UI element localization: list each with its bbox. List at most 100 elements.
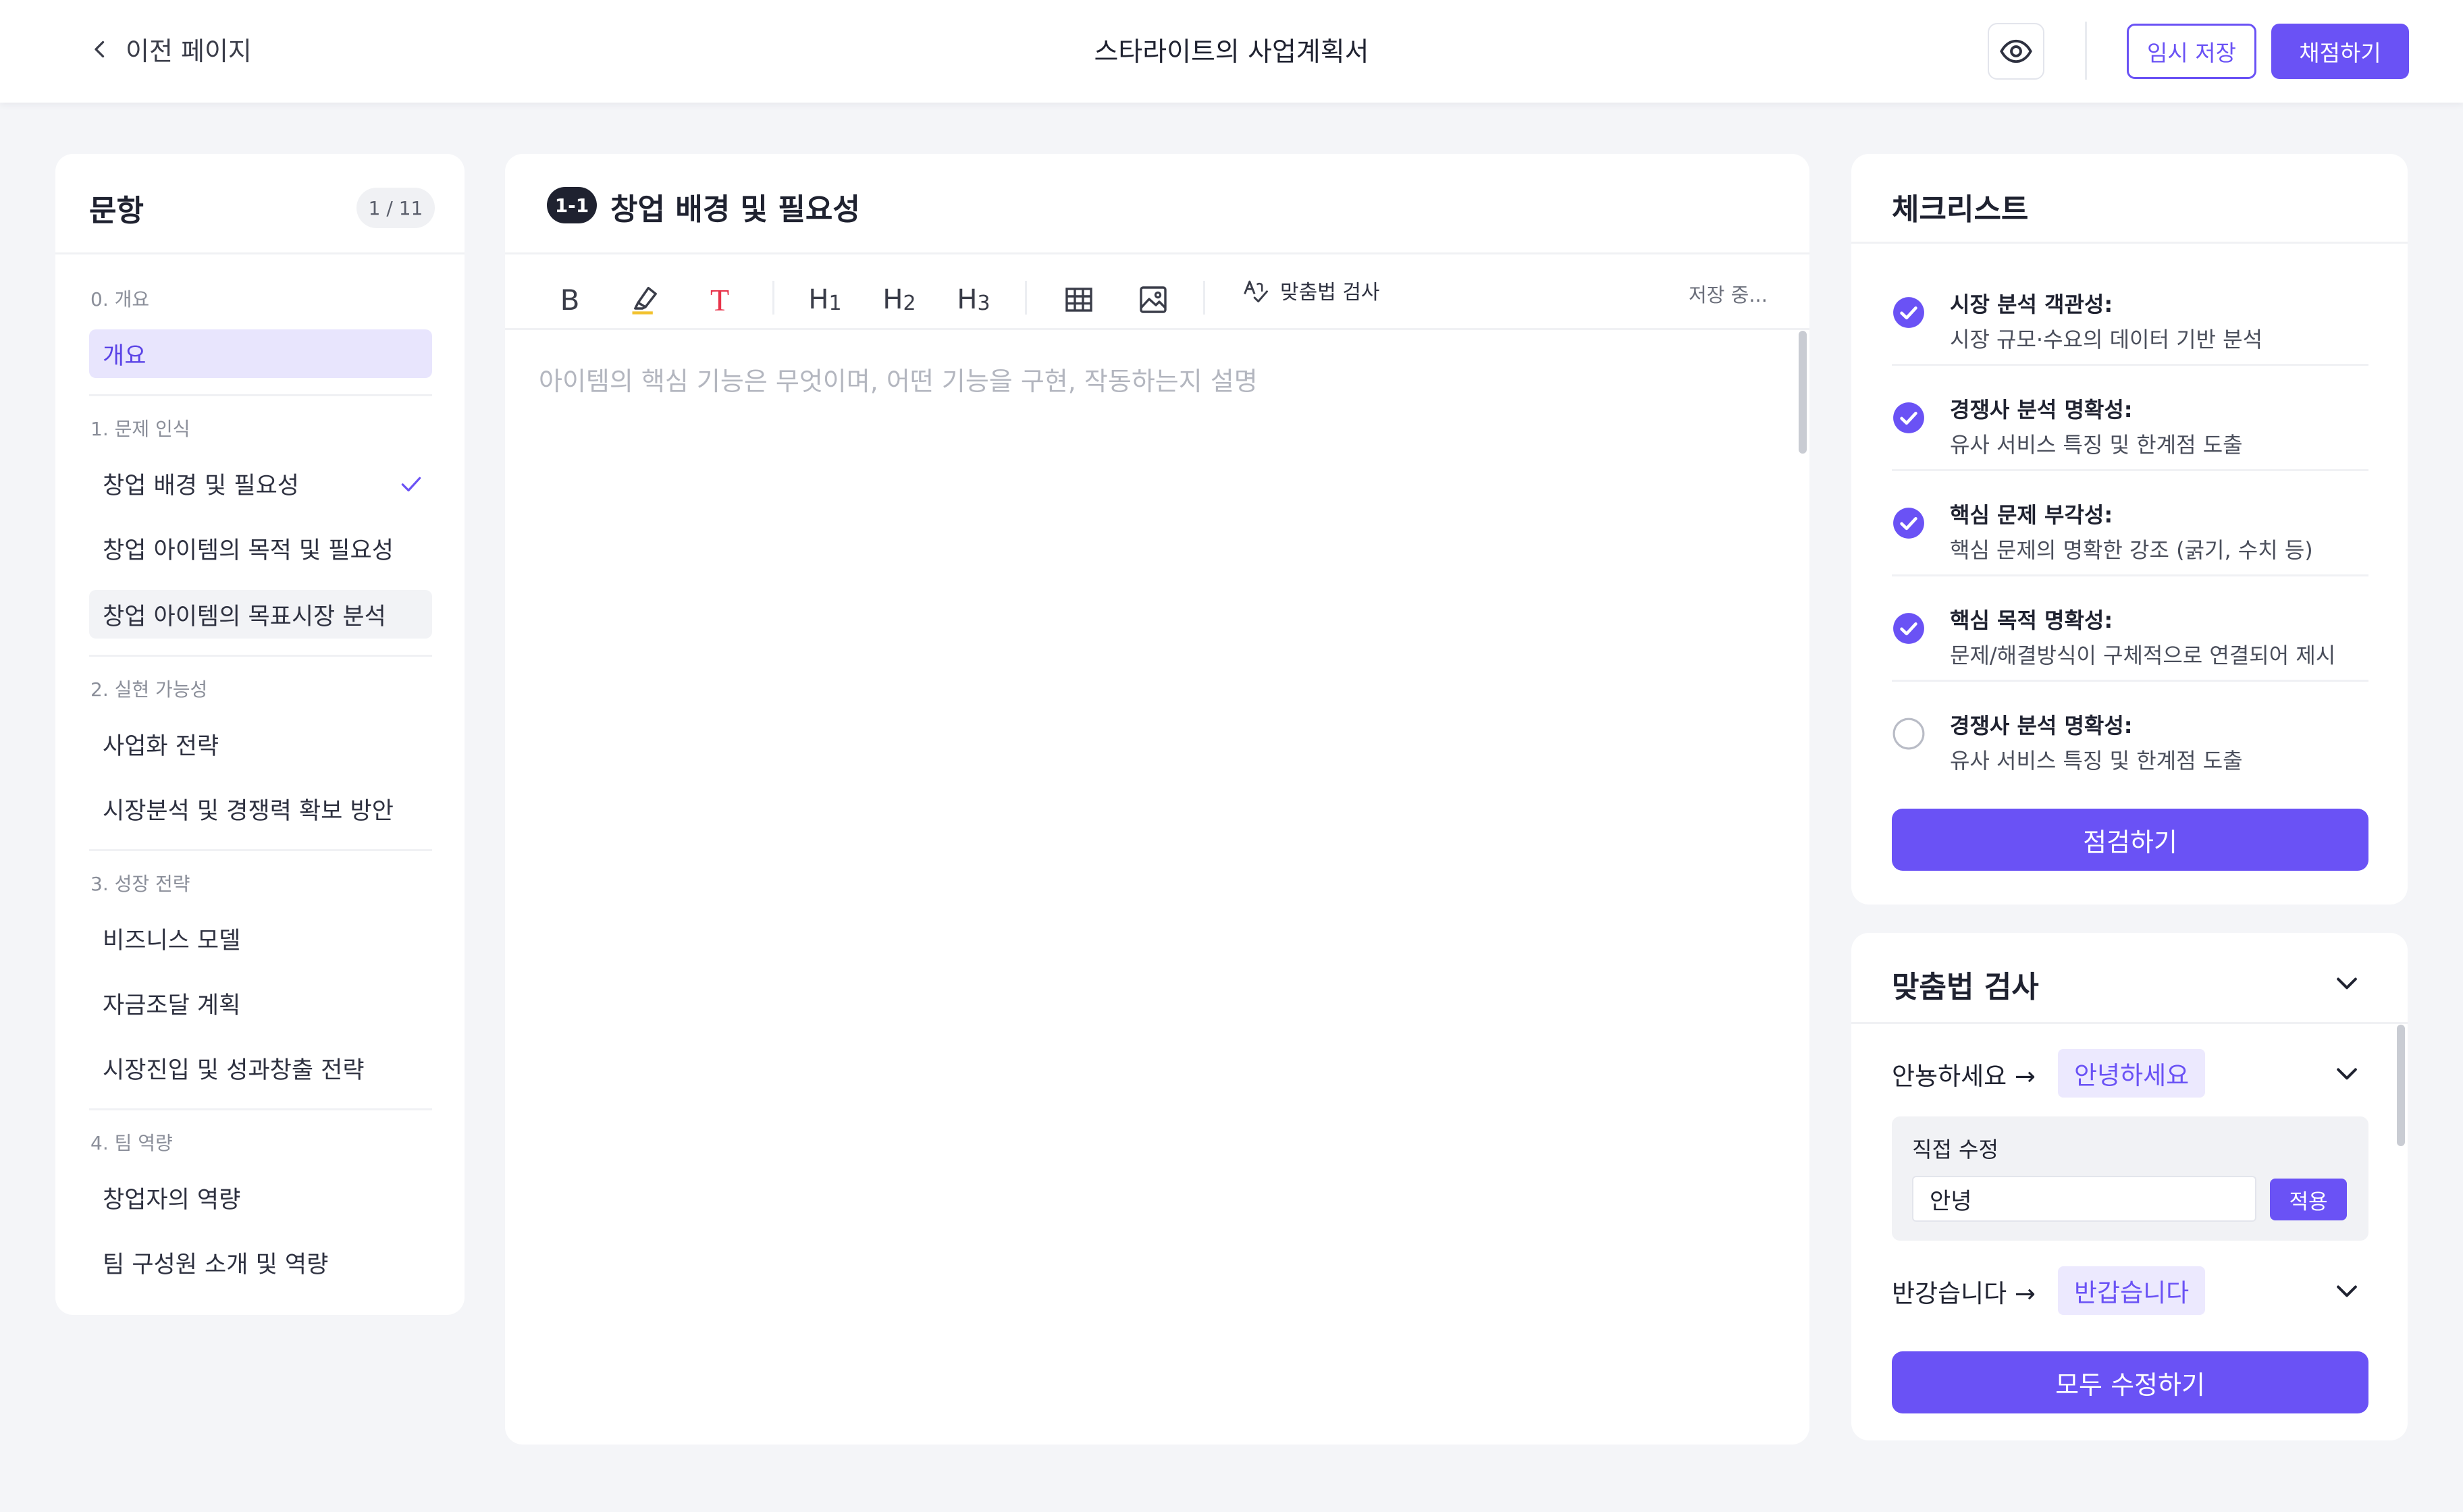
checklist-item[interactable]: 경쟁사 분석 명확성: 유사 서비스 특징 및 한계점 도출 bbox=[1892, 682, 2368, 787]
spellcheck-icon bbox=[1244, 280, 1268, 302]
nav-item-label: 창업 아이템의 목적 및 필요성 bbox=[103, 537, 394, 564]
checklist-item[interactable]: 핵심 문제 부각성: 핵심 문제의 명확한 강조 (굵기, 수치 등) bbox=[1892, 471, 2368, 576]
spell-suggestion[interactable]: 반갑습니다 bbox=[2058, 1266, 2206, 1315]
nav-item-background[interactable]: 창업 배경 및 필요성 bbox=[89, 459, 432, 508]
fix-all-button[interactable]: 모두 수정하기 bbox=[1892, 1351, 2368, 1413]
nav-item-label: 창업자의 역량 bbox=[103, 1186, 241, 1214]
question-title: 창업 배경 및 필요성 bbox=[610, 192, 860, 227]
chevron-down-icon[interactable] bbox=[2332, 968, 2362, 998]
spellcheck-button[interactable]: 맞춤법 검사 bbox=[1241, 275, 1380, 305]
nav-item-label: 시장분석 및 경쟁력 확보 방안 bbox=[103, 797, 394, 825]
nav-item-target-market[interactable]: 창업 아이템의 목표시장 분석 bbox=[89, 590, 432, 639]
direct-edit-box: 직접 수정 안녕 적용 bbox=[1892, 1116, 2368, 1241]
header-divider bbox=[2085, 22, 2087, 80]
section-divider bbox=[89, 849, 432, 851]
grade-button[interactable]: 채점하기 bbox=[2271, 24, 2409, 79]
image-icon bbox=[1140, 286, 1167, 313]
heading3-button[interactable]: H3 bbox=[947, 273, 1001, 327]
nav-item-market-analysis[interactable]: 시장분석 및 경쟁력 확보 방안 bbox=[89, 784, 432, 833]
spell-original: 반강습니다 → bbox=[1892, 1279, 2036, 1308]
section-divider bbox=[89, 655, 432, 657]
toolbar-divider bbox=[1025, 281, 1027, 315]
divider bbox=[1851, 1022, 2408, 1024]
checklist-item-desc: 유사 서비스 특징 및 한계점 도출 bbox=[1950, 748, 2243, 774]
chevron-down-icon[interactable] bbox=[2332, 1058, 2362, 1088]
heading1-button[interactable]: H1 bbox=[798, 273, 852, 327]
checkmark-icon bbox=[401, 477, 421, 492]
nav-item-purpose[interactable]: 창업 아이템의 목적 및 필요성 bbox=[89, 524, 432, 572]
checklist-item-title: 핵심 목적 명확성: bbox=[1950, 608, 2113, 633]
checklist-item-title: 경쟁사 분석 명확성: bbox=[1950, 397, 2133, 423]
section-label: 0. 개요 bbox=[90, 288, 150, 310]
spellcheck-title: 맞춤법 검사 bbox=[1892, 970, 2039, 1004]
empty-circle-icon bbox=[1892, 718, 1925, 750]
check-circle-icon bbox=[1893, 613, 1924, 644]
spellcheck-label: 맞춤법 검사 bbox=[1280, 281, 1380, 304]
heading2-button[interactable]: H2 bbox=[872, 273, 926, 327]
divider bbox=[505, 328, 1809, 330]
top-bar: 이전 페이지 스타라이트의 사업계획서 임시 저장 채점하기 bbox=[0, 0, 2463, 103]
eye-icon bbox=[2000, 39, 2032, 63]
temp-save-button[interactable]: 임시 저장 bbox=[2127, 24, 2256, 79]
section-label: 1. 문제 인식 bbox=[90, 418, 190, 440]
toolbar-divider bbox=[772, 281, 774, 315]
checklist-item-desc: 문제/해결방식이 구체적으로 연결되어 제시 bbox=[1950, 643, 2336, 668]
check-circle-icon bbox=[1893, 297, 1924, 328]
checklist-item[interactable]: 핵심 목적 명확성: 문제/해결방식이 구체적으로 연결되어 제시 bbox=[1892, 576, 2368, 682]
save-status: 저장 중... bbox=[1689, 284, 1768, 306]
section-label: 3. 성장 전략 bbox=[90, 873, 190, 895]
nav-item-funding[interactable]: 자금조달 계획 bbox=[89, 979, 432, 1027]
divider bbox=[1851, 242, 2408, 244]
spell-original: 안뇽하세요 → bbox=[1892, 1062, 2036, 1091]
nav-item-founder[interactable]: 창업자의 역량 bbox=[89, 1173, 432, 1222]
section-label: 4. 팀 역량 bbox=[90, 1132, 173, 1154]
editor-placeholder[interactable]: 아이템의 핵심 기능은 무엇이며, 어떤 기능을 구현, 작동하는지 설명 bbox=[539, 360, 1258, 398]
spellcheck-scrollbar[interactable] bbox=[2397, 1025, 2405, 1146]
section-label: 2. 실현 가능성 bbox=[90, 678, 208, 701]
nav-item-label: 창업 배경 및 필요성 bbox=[103, 472, 299, 500]
nav-item-market-entry[interactable]: 시장진입 및 성과창출 전략 bbox=[89, 1044, 432, 1092]
nav-item-label: 자금조달 계획 bbox=[103, 992, 241, 1019]
checklist-item[interactable]: 시장 분석 객관성: 시장 규모·수요의 데이터 기반 분석 bbox=[1892, 261, 2368, 366]
back-button[interactable]: 이전 페이지 bbox=[88, 30, 252, 68]
checklist-item-desc: 핵심 문제의 명확한 강조 (굵기, 수치 등) bbox=[1950, 537, 2313, 563]
spell-suggestion[interactable]: 안녕하세요 bbox=[2058, 1049, 2206, 1098]
checklist-title: 체크리스트 bbox=[1892, 192, 2029, 227]
section-divider bbox=[89, 394, 432, 396]
nav-item-label: 팀 구성원 소개 및 역량 bbox=[103, 1251, 329, 1278]
checklist-item-title: 핵심 문제 부각성: bbox=[1950, 502, 2113, 528]
nav-item-overview[interactable]: 개요 bbox=[89, 329, 432, 378]
table-icon bbox=[1065, 288, 1092, 312]
nav-item-business-model[interactable]: 비즈니스 모델 bbox=[89, 914, 432, 963]
checklist-item-desc: 시장 규모·수요의 데이터 기반 분석 bbox=[1950, 327, 2263, 352]
divider bbox=[505, 252, 1809, 254]
apply-button[interactable]: 적용 bbox=[2270, 1179, 2347, 1220]
questions-title: 문항 bbox=[89, 194, 144, 228]
bold-icon: B bbox=[560, 283, 580, 317]
insert-table-button[interactable] bbox=[1055, 273, 1103, 327]
checklist-item[interactable]: 경쟁사 분석 명확성: 유사 서비스 특징 및 한계점 도출 bbox=[1892, 366, 2368, 471]
inspect-button[interactable]: 점검하기 bbox=[1892, 809, 2368, 871]
h1-icon: H bbox=[808, 284, 829, 315]
highlight-button[interactable] bbox=[621, 273, 670, 327]
direct-edit-label: 직접 수정 bbox=[1912, 1137, 1998, 1162]
nav-item-label: 창업 아이템의 목표시장 분석 bbox=[103, 603, 386, 630]
bold-button[interactable]: B bbox=[546, 273, 594, 327]
chevron-down-icon[interactable] bbox=[2332, 1276, 2362, 1305]
back-label: 이전 페이지 bbox=[126, 36, 252, 66]
divider bbox=[55, 252, 465, 254]
spellcheck-panel: 맞춤법 검사 안뇽하세요 → 안녕하세요 직접 수정 안녕 적용 반강습니다 →… bbox=[1851, 933, 2408, 1440]
section-divider bbox=[89, 1108, 432, 1110]
preview-button[interactable] bbox=[1988, 23, 2044, 80]
editor-scrollbar[interactable] bbox=[1799, 331, 1807, 454]
nav-item-label: 비즈니스 모델 bbox=[103, 927, 241, 954]
nav-item-commercialization[interactable]: 사업화 전략 bbox=[89, 720, 432, 768]
highlighter-icon bbox=[632, 286, 657, 315]
h2-icon: H bbox=[882, 284, 903, 315]
insert-image-button[interactable] bbox=[1129, 273, 1177, 327]
nav-item-team[interactable]: 팀 구성원 소개 및 역량 bbox=[89, 1238, 432, 1287]
direct-edit-input[interactable]: 안녕 bbox=[1912, 1176, 2256, 1222]
checklist-item-title: 경쟁사 분석 명확성: bbox=[1950, 713, 2133, 738]
text-color-button[interactable]: T bbox=[695, 273, 744, 327]
check-circle-icon bbox=[1893, 508, 1924, 539]
